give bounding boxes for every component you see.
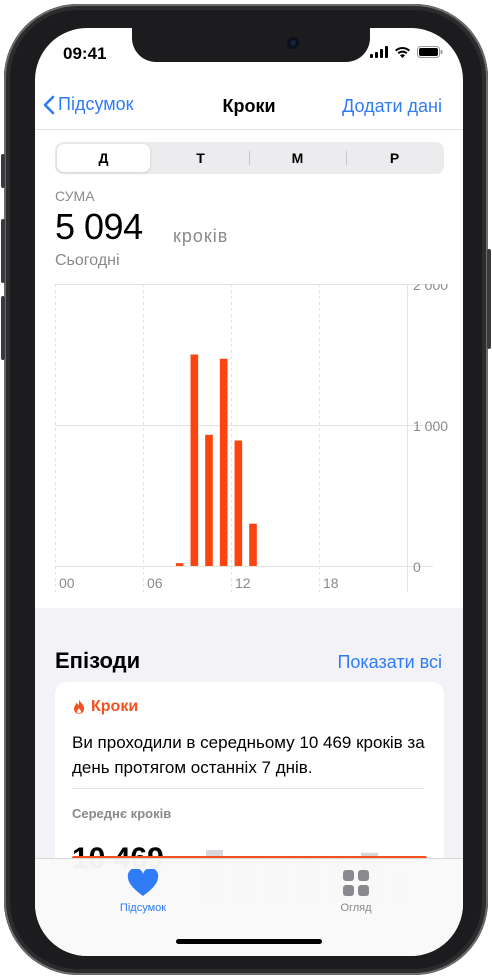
mute-switch: [1, 154, 5, 188]
heart-icon: [127, 868, 159, 896]
segment-divider: [346, 151, 347, 165]
period-segmented-control: Д Т М Р: [55, 142, 444, 174]
segment-year[interactable]: Р: [348, 144, 441, 172]
screen: 09:41 Підсумок Кроки Додати дані Д Т М Р…: [35, 28, 463, 956]
steps-unit: кроків: [173, 226, 229, 246]
episode-card-text: Ви проходили в середньому 10 469 кроків …: [72, 733, 425, 777]
chart-bar: [175, 563, 184, 566]
tab-summary-label: Підсумок: [119, 902, 167, 914]
episode-card-header: Кроки: [71, 698, 138, 716]
x-tick-label: 00: [59, 575, 75, 591]
episodes-title: Епізоди: [55, 648, 141, 673]
segment-day[interactable]: Д: [57, 144, 150, 172]
x-tick-label: 06: [147, 575, 163, 591]
side-button: [487, 249, 491, 349]
chart-bar: [234, 440, 243, 566]
segment-divider: [249, 151, 250, 165]
chart-bar: [190, 354, 199, 566]
battery-icon: [417, 46, 443, 58]
sum-label: СУМА: [55, 188, 95, 204]
segment-week[interactable]: Т: [154, 144, 247, 172]
y-tick-label: 0: [413, 559, 421, 575]
tab-browse-label: Огляд: [340, 902, 372, 914]
steps-chart[interactable]: 2 0001 000000 06 12 18: [35, 284, 463, 604]
wifi-icon: [395, 46, 410, 58]
chart-bar: [249, 523, 257, 566]
episode-card-divider: [72, 788, 424, 789]
volume-up-button: [1, 219, 5, 283]
steps-total: 5 094: [55, 206, 143, 247]
flame-icon: [74, 699, 84, 714]
nav-divider: [35, 129, 463, 130]
notch: [132, 28, 370, 62]
grid-icon: [343, 870, 369, 896]
phone-frame: 09:41 Підсумок Кроки Додати дані Д Т М Р…: [1, 4, 491, 975]
volume-down-button: [1, 296, 5, 360]
chart-bar: [219, 358, 228, 566]
segment-month[interactable]: М: [251, 144, 344, 172]
home-indicator: [176, 939, 322, 944]
episode-card-title: Кроки: [91, 698, 139, 715]
show-all-link[interactable]: Показати всі: [337, 652, 442, 673]
y-tick-label: 1 000: [413, 418, 448, 434]
status-icons: [370, 46, 443, 58]
chart-bar: [205, 434, 213, 566]
navigation-bar: Підсумок Кроки Додати дані: [35, 84, 463, 130]
signal-icon: [370, 46, 388, 58]
average-steps-label: Середнє кроків: [72, 806, 172, 821]
front-camera: [287, 37, 299, 49]
status-time: 09:41: [63, 44, 107, 63]
x-tick-label: 18: [323, 575, 339, 591]
y-tick-label: 2 000: [413, 284, 448, 293]
x-tick-label: 12: [235, 575, 251, 591]
date-label: Сьогодні: [55, 252, 120, 269]
add-data-button[interactable]: Додати дані: [342, 96, 442, 117]
tab-summary[interactable]: Підсумок: [83, 868, 203, 914]
tab-browse[interactable]: Огляд: [296, 869, 416, 914]
